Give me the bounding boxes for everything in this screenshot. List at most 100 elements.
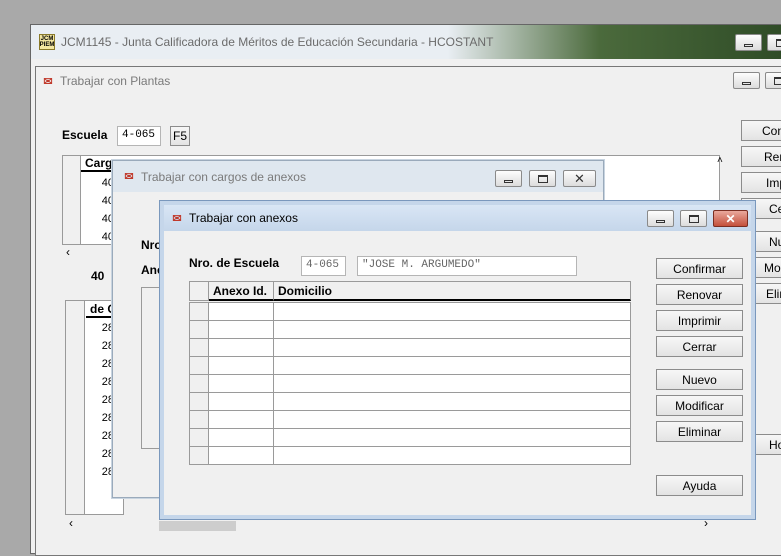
dec-value: 28 — [88, 394, 114, 406]
anexo-id-cell[interactable] — [208, 374, 274, 393]
domicilio-cell[interactable] — [273, 392, 631, 411]
plantas-imprimir-button[interactable]: Imp — [741, 172, 781, 193]
domicilio-cell[interactable] — [273, 428, 631, 447]
minimize-icon — [504, 180, 513, 183]
anexos-grid-corner — [189, 281, 209, 301]
scroll-left-icon[interactable]: ‹ — [69, 516, 73, 530]
minimize-icon — [656, 220, 665, 223]
scroll-left-icon[interactable]: ‹ — [66, 245, 70, 259]
nro-escuela-label: Nro. de Escuela — [189, 256, 279, 270]
horizontal-scrollbar-thumb[interactable] — [159, 521, 236, 531]
anexo-id-cell[interactable] — [208, 356, 274, 375]
anexos-minimize-button[interactable] — [647, 210, 674, 227]
anexo-id-cell[interactable] — [208, 302, 274, 321]
jcm-app-icon: JCM PIEM — [39, 34, 55, 50]
minimize-icon — [744, 44, 753, 47]
cargo-value: 40 — [88, 195, 114, 207]
row-selector[interactable] — [189, 338, 209, 357]
row-selector[interactable] — [189, 428, 209, 447]
cargo-value: 40 — [88, 213, 114, 225]
anexos-close-button[interactable]: ✕ — [713, 210, 748, 227]
modificar-button[interactable]: Modificar — [656, 395, 743, 416]
maximize-icon — [776, 39, 781, 47]
oracle-form-icon: ✉ — [121, 169, 137, 185]
domicilio-cell[interactable] — [273, 410, 631, 429]
dec-grid-row-header — [65, 300, 85, 515]
dec-value: 28 — [88, 340, 114, 352]
dec-value: 28 — [88, 448, 114, 460]
f5-button[interactable]: F5 — [170, 126, 190, 146]
dec-value: 28 — [88, 466, 114, 478]
anexo-id-cell[interactable] — [208, 392, 274, 411]
plantas-renovar-button[interactable]: Ren — [741, 146, 781, 167]
main-maximize-button[interactable] — [767, 34, 781, 51]
row-selector[interactable] — [189, 320, 209, 339]
row-selector[interactable] — [189, 356, 209, 375]
anexo-id-cell[interactable] — [208, 410, 274, 429]
eliminar-button[interactable]: Eliminar — [656, 421, 743, 442]
domicilio-cell[interactable] — [273, 320, 631, 339]
escuela-nombre-input[interactable]: "JOSE M. ARGUMEDO" — [357, 256, 577, 276]
close-icon: ✕ — [574, 171, 585, 187]
renovar-button[interactable]: Renovar — [656, 284, 743, 305]
row-selector[interactable] — [189, 392, 209, 411]
cargos-maximize-button[interactable] — [529, 170, 556, 187]
cargo-label-40: 40 — [91, 269, 104, 283]
cargos-window-title: Trabajar con cargos de anexos — [141, 170, 306, 184]
cargos-minimize-button[interactable] — [495, 170, 522, 187]
cargo-value: 40 — [88, 177, 114, 189]
domicilio-cell[interactable] — [273, 356, 631, 375]
escuela-input[interactable]: 4-065 — [117, 126, 161, 146]
main-window-title: JCM1145 - Junta Calificadora de Méritos … — [61, 35, 493, 49]
anexo-id-cell[interactable] — [208, 428, 274, 447]
anexos-grid: Anexo Id. Domicilio — [189, 281, 631, 461]
anexos-window-title: Trabajar con anexos — [189, 211, 298, 225]
row-selector[interactable] — [189, 374, 209, 393]
domicilio-cell[interactable] — [273, 374, 631, 393]
oracle-form-icon: ✉ — [169, 210, 185, 226]
cargo-value: 40 — [88, 231, 114, 243]
confirmar-button[interactable]: Confirmar — [656, 258, 743, 279]
anexo-id-column-header: Anexo Id. — [208, 281, 274, 301]
plantas-titlebar[interactable]: ✉ Trabajar con Plantas — [36, 67, 781, 95]
dec-value: 28 — [88, 430, 114, 442]
ayuda-button[interactable]: Ayuda — [656, 475, 743, 496]
cargo-grid-row-header — [62, 155, 81, 245]
scroll-up-icon[interactable]: ˄ — [717, 155, 723, 166]
domicilio-column-header: Domicilio — [273, 281, 631, 301]
domicilio-cell[interactable] — [273, 302, 631, 321]
domicilio-cell[interactable] — [273, 338, 631, 357]
maximize-icon — [689, 215, 699, 223]
plantas-maximize-button[interactable] — [765, 72, 781, 89]
anexos-window: ✉ Trabajar con anexos ✕ Nro. de Escuela … — [160, 201, 755, 519]
main-minimize-button[interactable] — [735, 34, 762, 51]
row-selector[interactable] — [189, 446, 209, 465]
nuevo-button[interactable]: Nuevo — [656, 369, 743, 390]
plantas-window-title: Trabajar con Plantas — [60, 74, 170, 88]
dec-value: 28 — [88, 358, 114, 370]
dec-value: 28 — [88, 322, 114, 334]
plantas-confirmar-button[interactable]: Con — [741, 120, 781, 141]
maximize-icon — [538, 175, 548, 183]
cerrar-button[interactable]: Cerrar — [656, 336, 743, 357]
maximize-icon — [774, 77, 781, 85]
anexos-maximize-button[interactable] — [680, 210, 707, 227]
domicilio-cell[interactable] — [273, 446, 631, 465]
plantas-minimize-button[interactable] — [733, 72, 760, 89]
dec-value: 28 — [88, 412, 114, 424]
imprimir-button[interactable]: Imprimir — [656, 310, 743, 331]
dec-value: 28 — [88, 376, 114, 388]
cargos-close-button[interactable]: ✕ — [563, 170, 596, 187]
row-selector[interactable] — [189, 410, 209, 429]
anexo-id-cell[interactable] — [208, 320, 274, 339]
cargos-grid-row-header — [141, 287, 161, 449]
nro-escuela-input[interactable]: 4-065 — [301, 256, 346, 276]
close-icon: ✕ — [725, 213, 735, 225]
anexo-id-cell[interactable] — [208, 338, 274, 357]
row-selector[interactable] — [189, 302, 209, 321]
anexo-id-cell[interactable] — [208, 446, 274, 465]
minimize-icon — [742, 82, 751, 85]
oracle-form-icon: ✉ — [40, 73, 56, 89]
main-titlebar[interactable]: JCM PIEM JCM1145 - Junta Calificadora de… — [31, 25, 781, 59]
escuela-label: Escuela — [62, 128, 107, 142]
